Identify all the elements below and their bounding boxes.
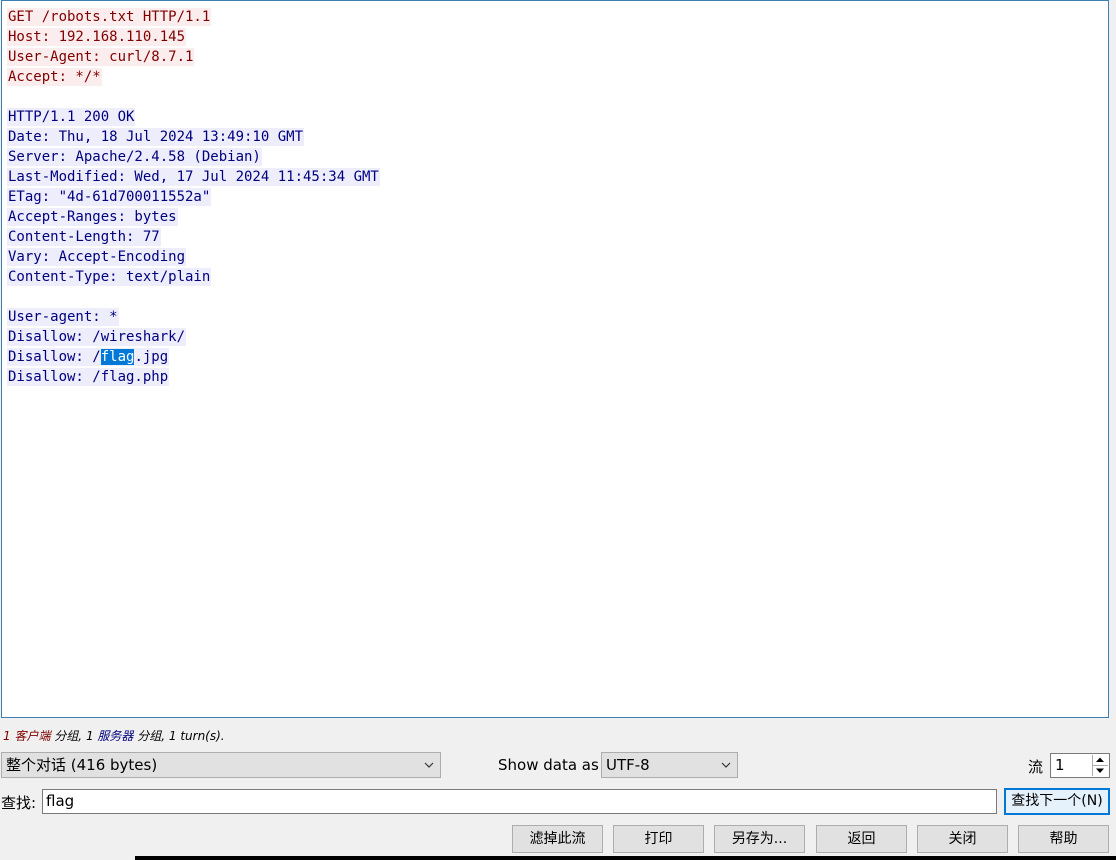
stream-number-spinbox[interactable]: 1 — [1050, 753, 1110, 778]
chevron-down-icon — [721, 762, 731, 768]
client-line: GET /robots.txt HTTP/1.1 — [7, 8, 212, 26]
help-button[interactable]: 帮助 — [1018, 825, 1109, 853]
client-line: Accept: */* — [7, 68, 102, 86]
stream-text: GET /robots.txt HTTP/1.1 Host: 192.168.1… — [7, 7, 380, 387]
spin-down-button[interactable] — [1093, 765, 1108, 776]
save-as-button[interactable]: 另存为... — [714, 825, 805, 853]
close-button[interactable]: 关闭 — [917, 825, 1008, 853]
client-packets-label: 客户端 — [14, 729, 51, 743]
line-prefix: Disallow: / — [8, 349, 101, 365]
conversation-select-value: 整个对话 (416 bytes) — [6, 756, 158, 774]
line-suffix: .jpg — [134, 349, 169, 365]
encoding-select-value: UTF-8 — [606, 756, 650, 774]
stream-number-label: 流 — [1028, 758, 1044, 776]
conversation-select[interactable]: 整个对话 (416 bytes) — [1, 752, 441, 778]
server-line: Server: Apache/2.4.58 (Debian) — [7, 148, 262, 166]
server-line: Accept-Ranges: bytes — [7, 208, 178, 226]
server-line: Disallow: /flag.php — [7, 368, 170, 386]
client-line: Host: 192.168.110.145 — [7, 28, 187, 46]
server-line: Vary: Accept-Encoding — [7, 248, 187, 266]
filter-out-stream-button[interactable]: 滤掉此流 — [512, 825, 603, 853]
triangle-down-icon — [1096, 768, 1104, 773]
print-button[interactable]: 打印 — [613, 825, 704, 853]
stream-content-pane[interactable]: GET /robots.txt HTTP/1.1 Host: 192.168.1… — [1, 0, 1109, 718]
client-line: User-Agent: curl/8.7.1 — [7, 48, 195, 66]
server-line: User-agent: * — [7, 308, 119, 326]
encoding-select[interactable]: UTF-8 — [601, 752, 738, 778]
window-bottom-edge — [135, 856, 1116, 860]
stream-summary: 1 客户端 分组, 1 服务器 分组, 1 turn(s). — [3, 729, 225, 743]
server-line: Content-Length: 77 — [7, 228, 161, 246]
server-line-search-match: Disallow: /flag.jpg — [7, 347, 380, 367]
server-line: Date: Thu, 18 Jul 2024 13:49:10 GMT — [7, 128, 305, 146]
stream-number-value: 1 — [1055, 756, 1065, 774]
server-line: Disallow: /wireshark/ — [7, 328, 187, 346]
triangle-up-icon — [1096, 757, 1104, 762]
server-line: HTTP/1.1 200 OK — [7, 108, 136, 126]
search-match-highlight: flag — [100, 349, 135, 365]
find-label: 查找: — [1, 794, 37, 812]
server-line: Content-Type: text/plain — [7, 268, 212, 286]
find-input[interactable]: flag — [42, 789, 997, 814]
back-button[interactable]: 返回 — [816, 825, 907, 853]
find-next-button[interactable]: 查找下一个(N) — [1004, 788, 1110, 815]
show-data-as-label: Show data as — [498, 756, 599, 774]
server-packets-label: 服务器 — [97, 729, 134, 743]
follow-http-stream-window: GET /robots.txt HTTP/1.1 Host: 192.168.1… — [0, 0, 1116, 860]
spin-arrows — [1092, 755, 1108, 776]
spin-up-button[interactable] — [1093, 755, 1108, 765]
server-line: Last-Modified: Wed, 17 Jul 2024 11:45:34… — [7, 168, 380, 186]
chevron-down-icon — [424, 762, 434, 768]
server-line: ETag: "4d-61d700011552a" — [7, 188, 212, 206]
